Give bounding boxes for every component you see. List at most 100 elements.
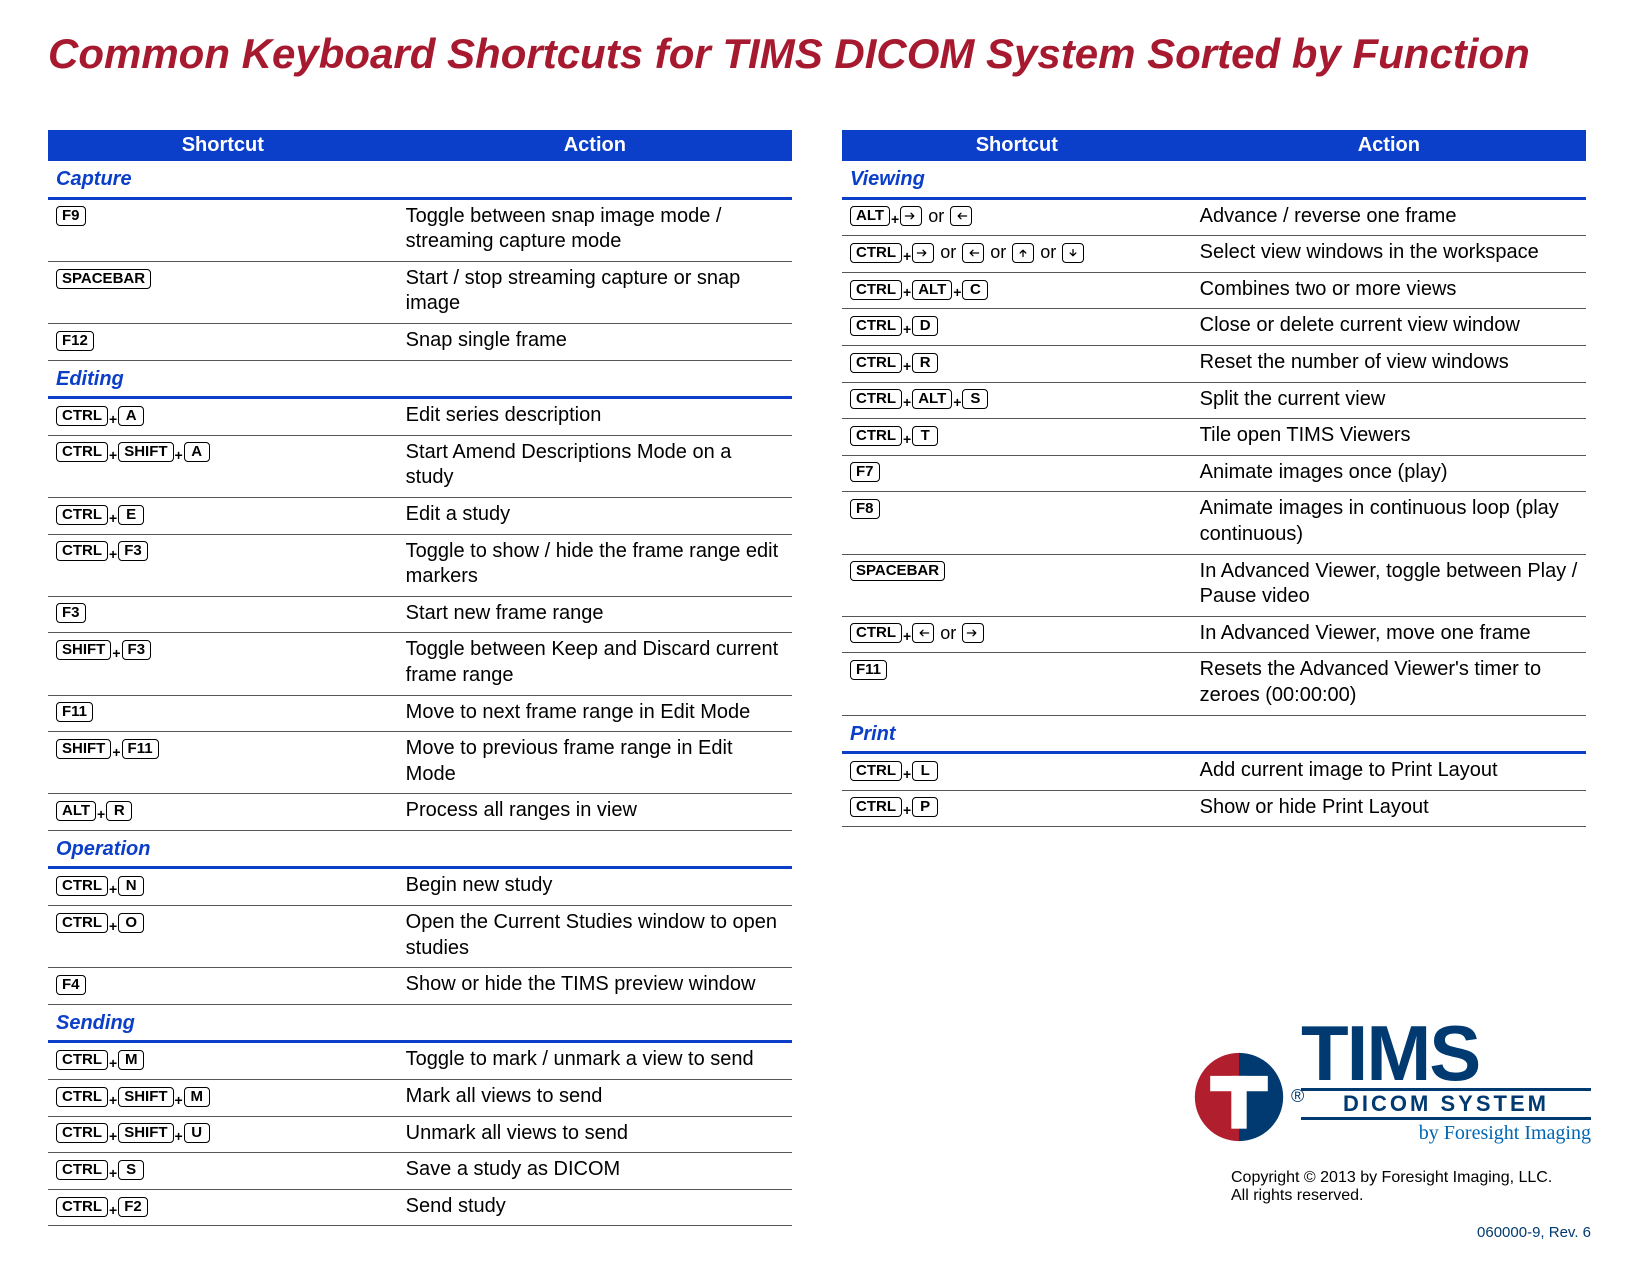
table-row: CTRL+orororSelect view windows in the wo… (842, 236, 1586, 273)
action-cell: Toggle to show / hide the frame range ed… (398, 534, 792, 596)
category-label: Print (842, 715, 1586, 753)
header-shortcut: Shortcut (842, 130, 1192, 161)
key-ctrl: CTRL (56, 406, 108, 426)
key-ctrl: CTRL (56, 1050, 108, 1070)
table-row: SHIFT+F11Move to previous frame range in… (48, 732, 792, 794)
action-cell: Show or hide the TIMS preview window (398, 968, 792, 1005)
plus-separator: + (902, 284, 912, 302)
shortcut-cell: F7 (842, 455, 1192, 492)
header-action: Action (1192, 130, 1586, 161)
or-separator: or (984, 241, 1012, 264)
action-cell: Save a study as DICOM (398, 1153, 792, 1190)
plus-separator: + (902, 802, 912, 820)
table-row: CTRL+F3Toggle to show / hide the frame r… (48, 534, 792, 596)
key-shift: SHIFT (118, 1087, 173, 1107)
key-f3: F3 (56, 603, 86, 623)
table-row: CTRL+DClose or delete current view windo… (842, 309, 1586, 346)
shortcut-cell: CTRL+F3 (48, 534, 398, 596)
key-shift: SHIFT (118, 442, 173, 462)
shortcut-cell: CTRL+E (48, 497, 398, 534)
key-ctrl: CTRL (56, 442, 108, 462)
key-s: S (962, 389, 988, 409)
logo-byline: by Foresight Imaging (1301, 1120, 1591, 1145)
shortcut-cell: F11 (842, 653, 1192, 715)
key-ctrl: CTRL (56, 913, 108, 933)
action-cell: Start new frame range (398, 596, 792, 633)
table-row: F4Show or hide the TIMS preview window (48, 968, 792, 1005)
action-cell: Send study (398, 1189, 792, 1226)
table-row: ALT+orAdvance / reverse one frame (842, 198, 1586, 236)
or-separator: or (1034, 241, 1062, 264)
category-row: Capture (48, 161, 792, 198)
plus-separator: + (902, 766, 912, 784)
key-ctrl: CTRL (850, 353, 902, 373)
or-separator: or (934, 241, 962, 264)
key-a: A (184, 442, 210, 462)
logo-sub: DICOM SYSTEM (1301, 1088, 1591, 1120)
table-row: F9Toggle between snap image mode / strea… (48, 198, 792, 261)
table-row: SPACEBARIn Advanced Viewer, toggle betwe… (842, 554, 1586, 616)
shortcut-cell: CTRL+R (842, 345, 1192, 382)
key-→ (912, 243, 934, 263)
action-cell: Animate images once (play) (1192, 455, 1586, 492)
category-row: Print (842, 715, 1586, 753)
shortcut-cell: F11 (48, 695, 398, 732)
action-cell: Start Amend Descriptions Mode on a study (398, 435, 792, 497)
plus-separator: + (108, 1092, 118, 1110)
shortcut-cell: F4 (48, 968, 398, 1005)
key-spacebar: SPACEBAR (56, 269, 151, 289)
category-label: Capture (48, 161, 792, 198)
shortcut-cell: CTRL+SHIFT+A (48, 435, 398, 497)
table-row: CTRL+EEdit a study (48, 497, 792, 534)
key-ctrl: CTRL (850, 426, 902, 446)
key-f3: F3 (122, 640, 152, 660)
key-↑ (1012, 243, 1034, 263)
key-m: M (118, 1050, 144, 1070)
table-row: F7Animate images once (play) (842, 455, 1586, 492)
key-alt: ALT (912, 389, 952, 409)
table-row: CTRL+RReset the number of view windows (842, 345, 1586, 382)
action-cell: Edit series description (398, 398, 792, 436)
plus-separator: + (108, 447, 118, 465)
copyright: Copyright © 2013 by Foresight Imaging, L… (1231, 1169, 1591, 1205)
key-ctrl: CTRL (850, 280, 902, 300)
plus-separator: + (108, 411, 118, 429)
key-shift: SHIFT (56, 640, 111, 660)
key-a: A (118, 406, 144, 426)
table-row: F11Resets the Advanced Viewer's timer to… (842, 653, 1586, 715)
plus-separator: + (108, 510, 118, 528)
table-row: CTRL+SHIFT+AStart Amend Descriptions Mod… (48, 435, 792, 497)
or-separator: or (934, 622, 962, 645)
table-row: CTRL+LAdd current image to Print Layout (842, 753, 1586, 791)
action-cell: Split the current view (1192, 382, 1586, 419)
action-cell: Combines two or more views (1192, 272, 1586, 309)
plus-separator: + (108, 1055, 118, 1073)
key-alt: ALT (912, 280, 952, 300)
shortcut-cell: F9 (48, 198, 398, 261)
plus-separator: + (111, 744, 121, 762)
plus-separator: + (111, 645, 121, 663)
action-cell: Start / stop streaming capture or snap i… (398, 261, 792, 323)
action-cell: Resets the Advanced Viewer's timer to ze… (1192, 653, 1586, 715)
key-ctrl: CTRL (56, 876, 108, 896)
plus-separator: + (108, 546, 118, 564)
table-row: F8Animate images in continuous loop (pla… (842, 492, 1586, 554)
left-table: Shortcut Action CaptureF9Toggle between … (48, 130, 792, 1226)
shortcut-cell: CTRL+L (842, 753, 1192, 791)
shortcut-cell: CTRL+D (842, 309, 1192, 346)
action-cell: Animate images in continuous loop (play … (1192, 492, 1586, 554)
action-cell: Begin new study (398, 868, 792, 906)
shortcut-cell: CTRL+P (842, 790, 1192, 827)
right-table: Shortcut Action ViewingALT+orAdvance / r… (842, 130, 1586, 827)
shortcut-cell: CTRL+F2 (48, 1189, 398, 1226)
key-ctrl: CTRL (850, 389, 902, 409)
action-cell: Advance / reverse one frame (1192, 198, 1586, 236)
key-e: E (118, 505, 144, 525)
key-s: S (118, 1160, 144, 1180)
key-ctrl: CTRL (56, 1123, 108, 1143)
shortcut-cell: SPACEBAR (842, 554, 1192, 616)
action-cell: Snap single frame (398, 323, 792, 360)
plus-separator: + (108, 918, 118, 936)
plus-separator: + (902, 394, 912, 412)
key-ctrl: CTRL (56, 1160, 108, 1180)
